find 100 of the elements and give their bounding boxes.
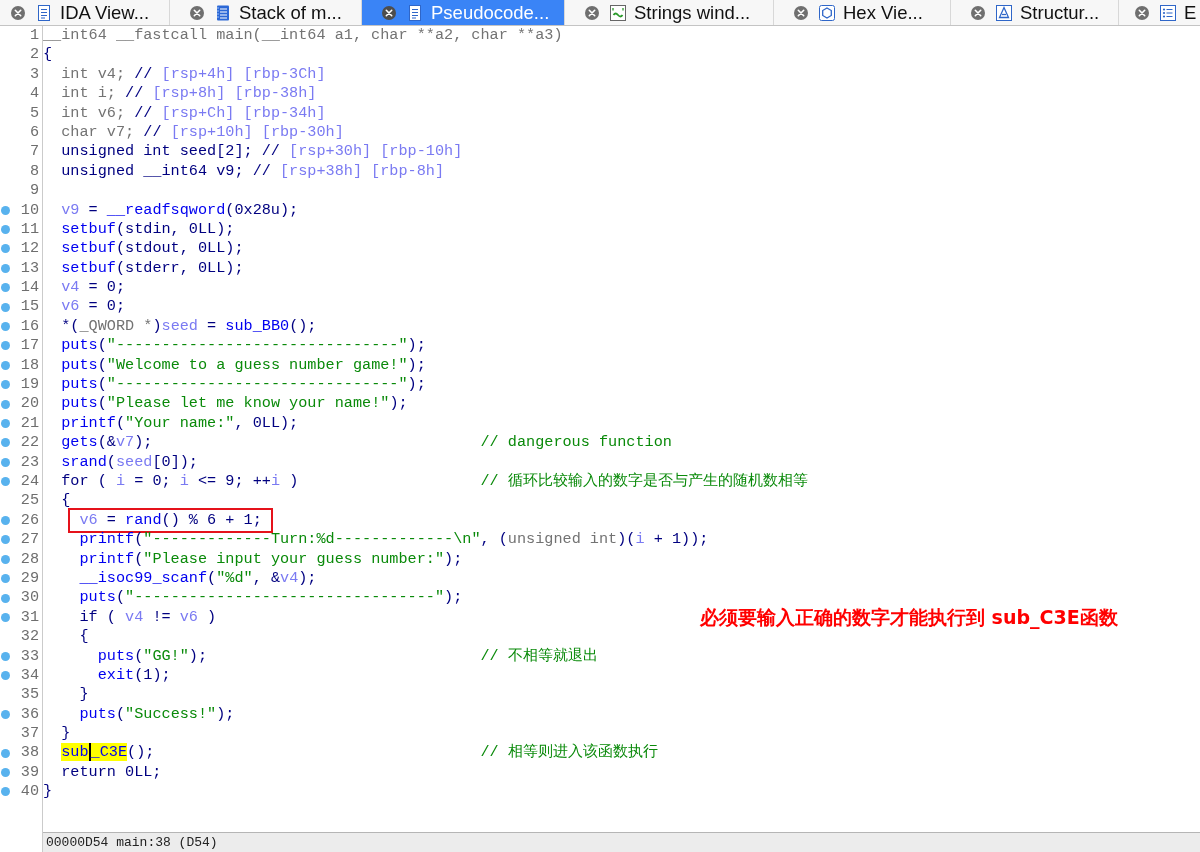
code-line: v4 = 0; bbox=[61, 278, 126, 298]
status-bar: 00000D54 main:38 (D54) bbox=[43, 832, 1200, 852]
code-line: puts("-------------------------------"); bbox=[61, 375, 426, 395]
line-number: 29 bbox=[20, 568, 40, 589]
document-icon bbox=[36, 4, 52, 21]
line-number: 7 bbox=[29, 142, 40, 162]
close-icon[interactable] bbox=[971, 5, 985, 20]
code-line: printf("Your name:", 0LL); bbox=[61, 413, 299, 434]
code-line: int i; // [rsp+8h] [rbp-38h] bbox=[61, 84, 317, 104]
code-line: srand(seed[0]); bbox=[61, 452, 198, 472]
close-icon[interactable] bbox=[585, 5, 599, 20]
line-number: 30 bbox=[20, 588, 40, 608]
line-number: 6 bbox=[29, 122, 40, 143]
line-number: 3 bbox=[29, 64, 40, 85]
code-line: __isoc99_scanf("%d", &v4); bbox=[79, 568, 317, 589]
tab[interactable]: IDA View... bbox=[0, 0, 170, 25]
line-number: 12 bbox=[20, 239, 40, 259]
line-number: 22 bbox=[20, 433, 40, 453]
line-number: 19 bbox=[20, 375, 40, 395]
hexagon-icon bbox=[819, 4, 835, 21]
annotation-note: 必须要输入正确的数字才能执行到 sub_C3E函数 bbox=[700, 605, 1118, 630]
line-number: 13 bbox=[20, 258, 40, 279]
line-number: 31 bbox=[20, 607, 40, 628]
close-icon[interactable] bbox=[1135, 5, 1149, 20]
triangle-box-icon bbox=[996, 4, 1012, 21]
tab[interactable]: Stack of m... bbox=[170, 0, 362, 25]
code-line: { bbox=[61, 491, 71, 511]
code-comment: // 不相等就退出 bbox=[480, 646, 598, 666]
line-number: 33 bbox=[20, 646, 40, 666]
line-number: 1 bbox=[29, 26, 40, 46]
code-line: setbuf(stdin, 0LL); bbox=[61, 219, 235, 240]
line-number: 4 bbox=[29, 84, 40, 104]
line-number: 35 bbox=[20, 685, 40, 705]
line-number: 34 bbox=[20, 665, 40, 686]
wave-box-icon bbox=[610, 4, 626, 21]
line-number: 23 bbox=[20, 452, 40, 472]
line-number: 16 bbox=[20, 316, 40, 337]
code-comment: // 相等则进入该函数执行 bbox=[480, 743, 658, 763]
code-line: return 0LL; bbox=[61, 762, 162, 783]
code-line: puts("-------------------------------"); bbox=[61, 336, 426, 356]
code-line: *(_QWORD *)seed = sub_BB0(); bbox=[61, 316, 317, 337]
line-number: 28 bbox=[20, 549, 40, 569]
code-line: { bbox=[79, 627, 89, 647]
tab[interactable]: Structur... bbox=[951, 0, 1119, 25]
notepad-icon bbox=[215, 4, 231, 21]
code-line: v6 = 0; bbox=[61, 297, 126, 317]
list-icon bbox=[1160, 4, 1176, 21]
line-number: 25 bbox=[20, 491, 40, 511]
code-line: } bbox=[43, 782, 53, 802]
tab[interactable]: E bbox=[1119, 0, 1200, 25]
line-number: 38 bbox=[20, 743, 40, 763]
tab[interactable]: Hex Vie... bbox=[774, 0, 951, 25]
line-number: 18 bbox=[20, 355, 40, 376]
code-line: } bbox=[61, 724, 71, 744]
code-line: } bbox=[79, 685, 89, 705]
code-line: { bbox=[43, 45, 53, 65]
code-line: int v6; // [rsp+Ch] [rbp-34h] bbox=[61, 103, 326, 123]
line-number: 2 bbox=[29, 45, 40, 65]
line-number: 15 bbox=[20, 297, 40, 317]
close-icon[interactable] bbox=[794, 5, 808, 20]
code-line: v9 = __readfsqword(0x28u); bbox=[61, 200, 299, 220]
close-icon[interactable] bbox=[11, 5, 25, 20]
document-icon bbox=[407, 4, 423, 21]
code-comment: // dangerous function bbox=[480, 433, 672, 453]
close-icon[interactable] bbox=[382, 5, 396, 20]
tab[interactable]: Strings wind... bbox=[565, 0, 774, 25]
code-line: __int64 __fastcall main(__int64 a1, char **a2, char **a3) bbox=[43, 26, 563, 46]
close-icon[interactable] bbox=[190, 5, 204, 20]
tab[interactable]: Pseudocode... bbox=[362, 0, 565, 25]
line-number: 37 bbox=[20, 724, 40, 744]
line-number: 8 bbox=[29, 161, 40, 182]
line-number: 10 bbox=[20, 200, 40, 220]
code-line: for ( i = 0; i <= 9; ++i ) bbox=[61, 472, 299, 492]
line-number: 11 bbox=[20, 219, 40, 240]
code-line: char v7; // [rsp+10h] [rbp-30h] bbox=[61, 122, 344, 143]
line-number: 14 bbox=[20, 278, 40, 298]
line-number: 17 bbox=[20, 336, 40, 356]
code-line: puts("GG!"); bbox=[97, 646, 208, 666]
line-number: 39 bbox=[20, 762, 40, 783]
line-number: 27 bbox=[20, 530, 40, 550]
code-line: setbuf(stderr, 0LL); bbox=[61, 258, 244, 279]
line-number: 5 bbox=[29, 103, 40, 123]
line-number: 26 bbox=[20, 510, 40, 531]
code-comment: // 循环比较输入的数字是否与产生的随机数相等 bbox=[480, 472, 808, 492]
line-number: 36 bbox=[20, 704, 40, 725]
line-number: 24 bbox=[20, 472, 40, 492]
code-line: unsigned int seed[2]; // [rsp+30h] [rbp-10h] bbox=[61, 142, 463, 162]
code-line: gets(&v7); bbox=[61, 433, 153, 453]
code-line: puts("Success!"); bbox=[79, 704, 235, 725]
line-number: 32 bbox=[20, 627, 40, 647]
code-line: printf("Please input your guess number:"); bbox=[79, 549, 463, 569]
line-number: 21 bbox=[20, 413, 40, 434]
code-line: puts("---------------------------------"); bbox=[79, 588, 463, 608]
line-number: 9 bbox=[29, 181, 40, 201]
code-line: exit(1); bbox=[97, 665, 171, 686]
code-line: puts("Please let me know your name!"); bbox=[61, 394, 408, 414]
code-line: unsigned __int64 v9; // [rsp+38h] [rbp-8h] bbox=[61, 161, 445, 182]
line-number: 40 bbox=[20, 782, 40, 802]
code-line: if ( v4 != v6 ) bbox=[79, 607, 217, 628]
line-number: 20 bbox=[20, 394, 40, 414]
